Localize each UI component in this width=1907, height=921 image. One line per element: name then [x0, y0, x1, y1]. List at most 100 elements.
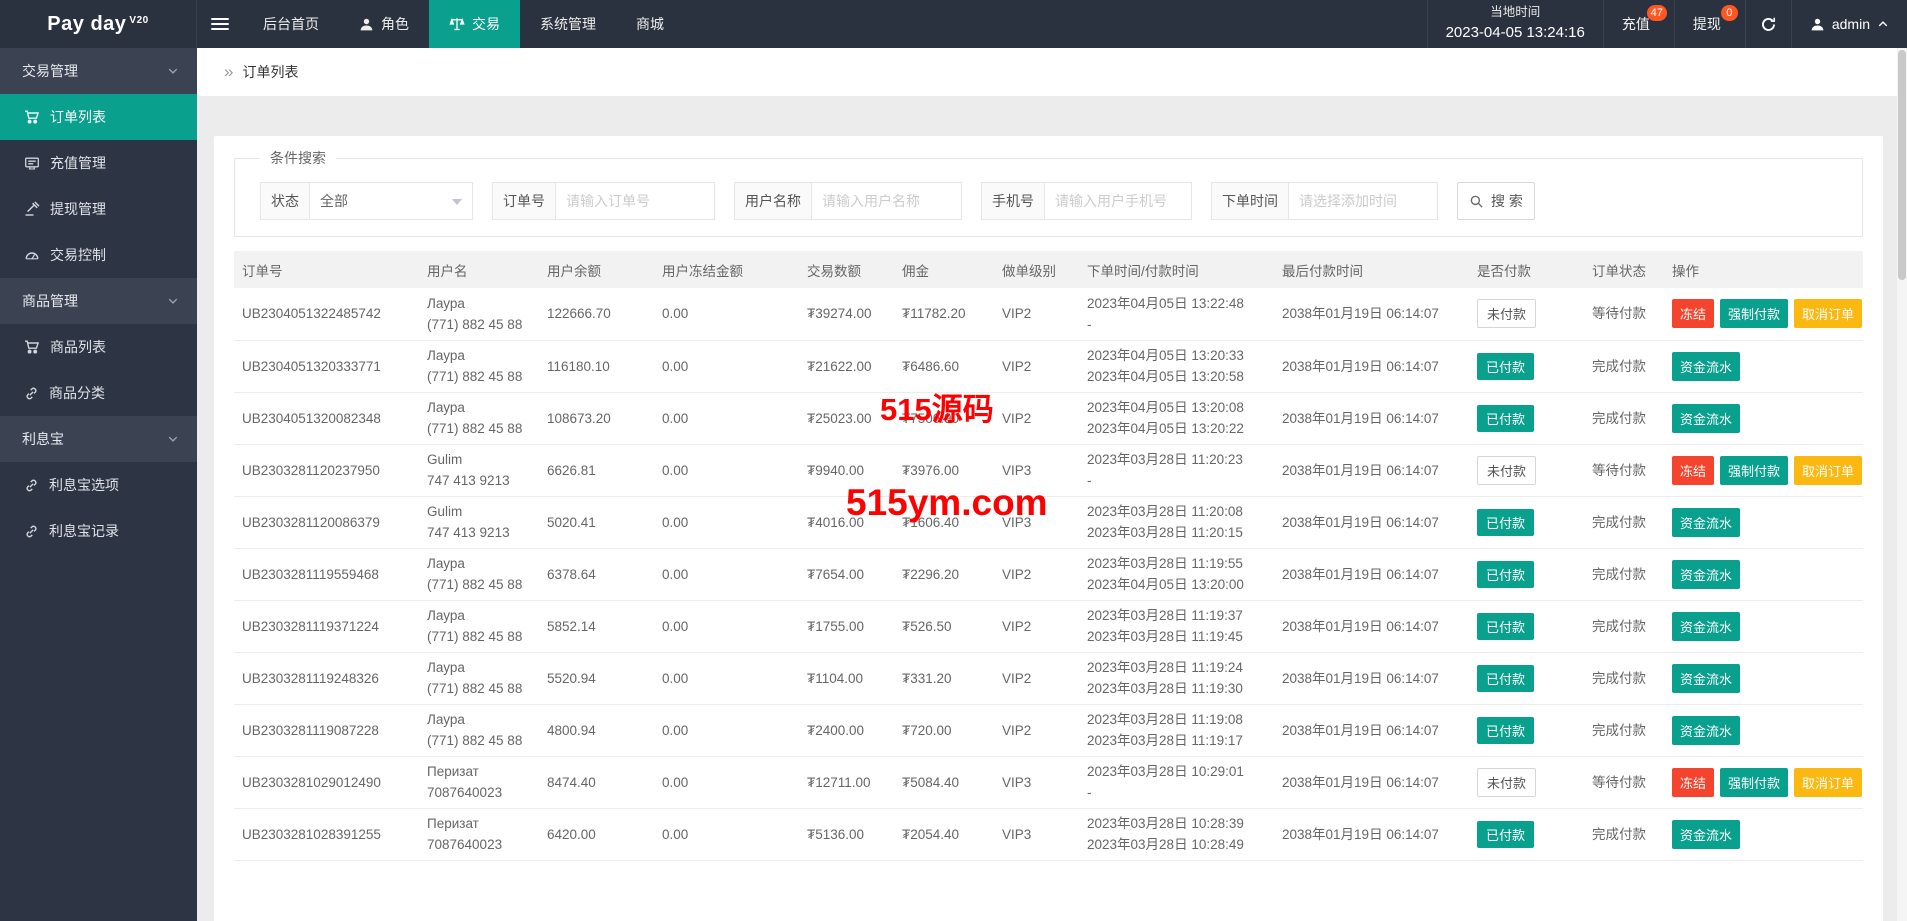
cell-last-pay-time: 2038年01月19日 06:14:07 — [1274, 704, 1469, 757]
sidebar-item[interactable]: 商品列表 — [0, 324, 197, 370]
column-header: 操作 — [1664, 251, 1863, 288]
recharge-nav-button[interactable]: 充值 47 — [1602, 0, 1674, 48]
chevron-down-icon — [167, 433, 179, 445]
cell-order-status: 等待付款 — [1584, 288, 1664, 341]
search-button[interactable]: 搜 索 — [1457, 182, 1535, 220]
cell-order-no: UB2303281028391255 — [234, 808, 419, 861]
sidebar-item[interactable]: 充值管理 — [0, 140, 197, 186]
sidebar-group-label: 商品管理 — [22, 293, 78, 309]
local-time-value: 2023-04-05 13:24:16 — [1445, 24, 1585, 42]
action-cancel-button[interactable]: 取消订单 — [1794, 455, 1863, 485]
page-scrollbar[interactable] — [1897, 48, 1907, 921]
cell-last-pay-time: 2038年01月19日 06:14:07 — [1274, 444, 1469, 497]
cell-actions: 资金流水 — [1664, 340, 1863, 393]
topnav-item[interactable]: 角色 — [339, 0, 429, 48]
cell-actions: 资金流水 — [1664, 652, 1863, 705]
paid-status-badge[interactable]: 已付款 — [1477, 352, 1535, 380]
table-row: UB2304051320082348 Лаура (771) 882 45 88 10… — [234, 392, 1863, 445]
sidebar-toggle-button[interactable] — [197, 0, 243, 48]
topnav-item[interactable]: 后台首页 — [243, 0, 339, 48]
action-freeze-button[interactable]: 冻结 — [1672, 455, 1715, 485]
action-force-button[interactable]: 强制付款 — [1720, 455, 1789, 485]
sidebar-item[interactable]: 利息宝选项 — [0, 462, 197, 508]
paid-status-badge[interactable]: 已付款 — [1477, 820, 1535, 848]
paid-status-badge[interactable]: 未付款 — [1477, 299, 1537, 329]
cell-amount: ₮9940.00 — [799, 444, 894, 497]
search-icon — [1469, 194, 1484, 209]
cell-paid: 未付款 — [1469, 288, 1584, 341]
cell-level: VIP2 — [994, 392, 1079, 445]
action-force-button[interactable]: 强制付款 — [1720, 299, 1789, 329]
table-header-row: 订单号 用户名 用户余额 用户冻结金额 交易数额 佣金 做单级别 下单时间/付款时间 最后付款时… — [234, 251, 1863, 288]
order-table: 订单号 用户名 用户余额 用户冻结金额 交易数额 佣金 做单级别 下单时间/付款时间 最后付款时… — [234, 251, 1863, 861]
action-force-button[interactable]: 强制付款 — [1720, 767, 1789, 797]
breadcrumb-arrows-icon: » — [224, 62, 234, 81]
action-flow-button[interactable]: 资金流水 — [1672, 819, 1741, 849]
action-freeze-button[interactable]: 冻结 — [1672, 767, 1715, 797]
action-flow-button[interactable]: 资金流水 — [1672, 351, 1741, 381]
topnav-item[interactable]: 系统管理 — [520, 0, 616, 48]
action-flow-button[interactable]: 资金流水 — [1672, 663, 1741, 693]
action-cancel-button[interactable]: 取消订单 — [1794, 299, 1863, 329]
refresh-button[interactable] — [1744, 0, 1791, 48]
paid-status-badge[interactable]: 已付款 — [1477, 508, 1535, 536]
sidebar-item[interactable]: 交易控制 — [0, 232, 197, 278]
order-time-input[interactable] — [1288, 182, 1438, 220]
admin-user-menu[interactable]: admin — [1790, 0, 1907, 48]
order-time-filter-group: 下单时间 — [1211, 182, 1438, 220]
cell-user: Лаура (771) 882 45 88 — [419, 600, 539, 653]
sidebar-item[interactable]: 提现管理 — [0, 186, 197, 232]
action-flow-button[interactable]: 资金流水 — [1672, 715, 1741, 745]
sidebar-item[interactable]: 商品分类 — [0, 370, 197, 416]
cell-amount: ₮21622.00 — [799, 340, 894, 393]
sidebar-group-title[interactable]: 商品管理 — [0, 278, 197, 324]
action-flow-button[interactable]: 资金流水 — [1672, 403, 1741, 433]
sidebar-item[interactable]: 利息宝记录 — [0, 508, 197, 554]
cell-order-no: UB2303281119087228 — [234, 704, 419, 757]
withdraw-nav-button[interactable]: 提现 0 — [1673, 0, 1745, 48]
order-no-input[interactable] — [555, 182, 715, 220]
cell-frozen: 0.00 — [654, 548, 799, 601]
paid-status-badge[interactable]: 已付款 — [1477, 716, 1535, 744]
topnav-item[interactable]: 商城 — [616, 0, 684, 48]
cell-user: Лаура (771) 882 45 88 — [419, 288, 539, 341]
cell-order-status: 完成付款 — [1584, 808, 1664, 861]
app-version: V20 — [129, 14, 149, 26]
status-select[interactable]: 全部 — [309, 182, 473, 220]
cell-balance: 6420.00 — [539, 808, 654, 861]
column-header: 用户名 — [419, 251, 539, 288]
paid-status-badge[interactable]: 未付款 — [1477, 767, 1537, 797]
paid-status-badge[interactable]: 已付款 — [1477, 404, 1535, 432]
content-area: 条件搜索 状态 全部 订单号 用户名称 — [197, 97, 1907, 921]
paid-status-badge[interactable]: 已付款 — [1477, 612, 1535, 640]
action-freeze-button[interactable]: 冻结 — [1672, 299, 1715, 329]
sidebar-item-label: 利息宝记录 — [49, 523, 119, 539]
action-flow-button[interactable]: 资金流水 — [1672, 507, 1741, 537]
order-list-panel: 条件搜索 状态 全部 订单号 用户名称 — [214, 136, 1883, 921]
cell-order-pay-time: 2023年03月28日 10:28:39 2023年03月28日 10:28:49 — [1079, 808, 1274, 861]
topnav-item[interactable]: 交易 — [429, 0, 520, 48]
status-filter-group: 状态 全部 — [260, 182, 473, 220]
scrollbar-thumb[interactable] — [1898, 50, 1906, 280]
action-cancel-button[interactable]: 取消订单 — [1794, 767, 1863, 797]
column-header: 是否付款 — [1469, 251, 1584, 288]
action-flow-button[interactable]: 资金流水 — [1672, 559, 1741, 589]
cell-amount: ₮5136.00 — [799, 808, 894, 861]
cell-level: VIP3 — [994, 496, 1079, 549]
sidebar-item[interactable]: 订单列表 — [0, 94, 197, 140]
action-flow-button[interactable]: 资金流水 — [1672, 611, 1741, 641]
phone-input[interactable] — [1044, 182, 1192, 220]
sidebar-group-title[interactable]: 交易管理 — [0, 48, 197, 94]
cell-user: Лаура (771) 882 45 88 — [419, 340, 539, 393]
cell-paid: 已付款 — [1469, 548, 1584, 601]
column-header: 订单状态 — [1584, 251, 1664, 288]
sidebar-group-title[interactable]: 利息宝 — [0, 416, 197, 462]
cell-balance: 4800.94 — [539, 704, 654, 757]
paid-status-badge[interactable]: 已付款 — [1477, 664, 1535, 692]
paid-status-badge[interactable]: 已付款 — [1477, 560, 1535, 588]
paid-status-badge[interactable]: 未付款 — [1477, 455, 1537, 485]
cell-actions: 冻结 强制付款 取消订单 — [1664, 756, 1863, 809]
username-input[interactable] — [811, 182, 962, 220]
cell-frozen: 0.00 — [654, 392, 799, 445]
app-logo: Pay day V20 — [0, 0, 197, 48]
